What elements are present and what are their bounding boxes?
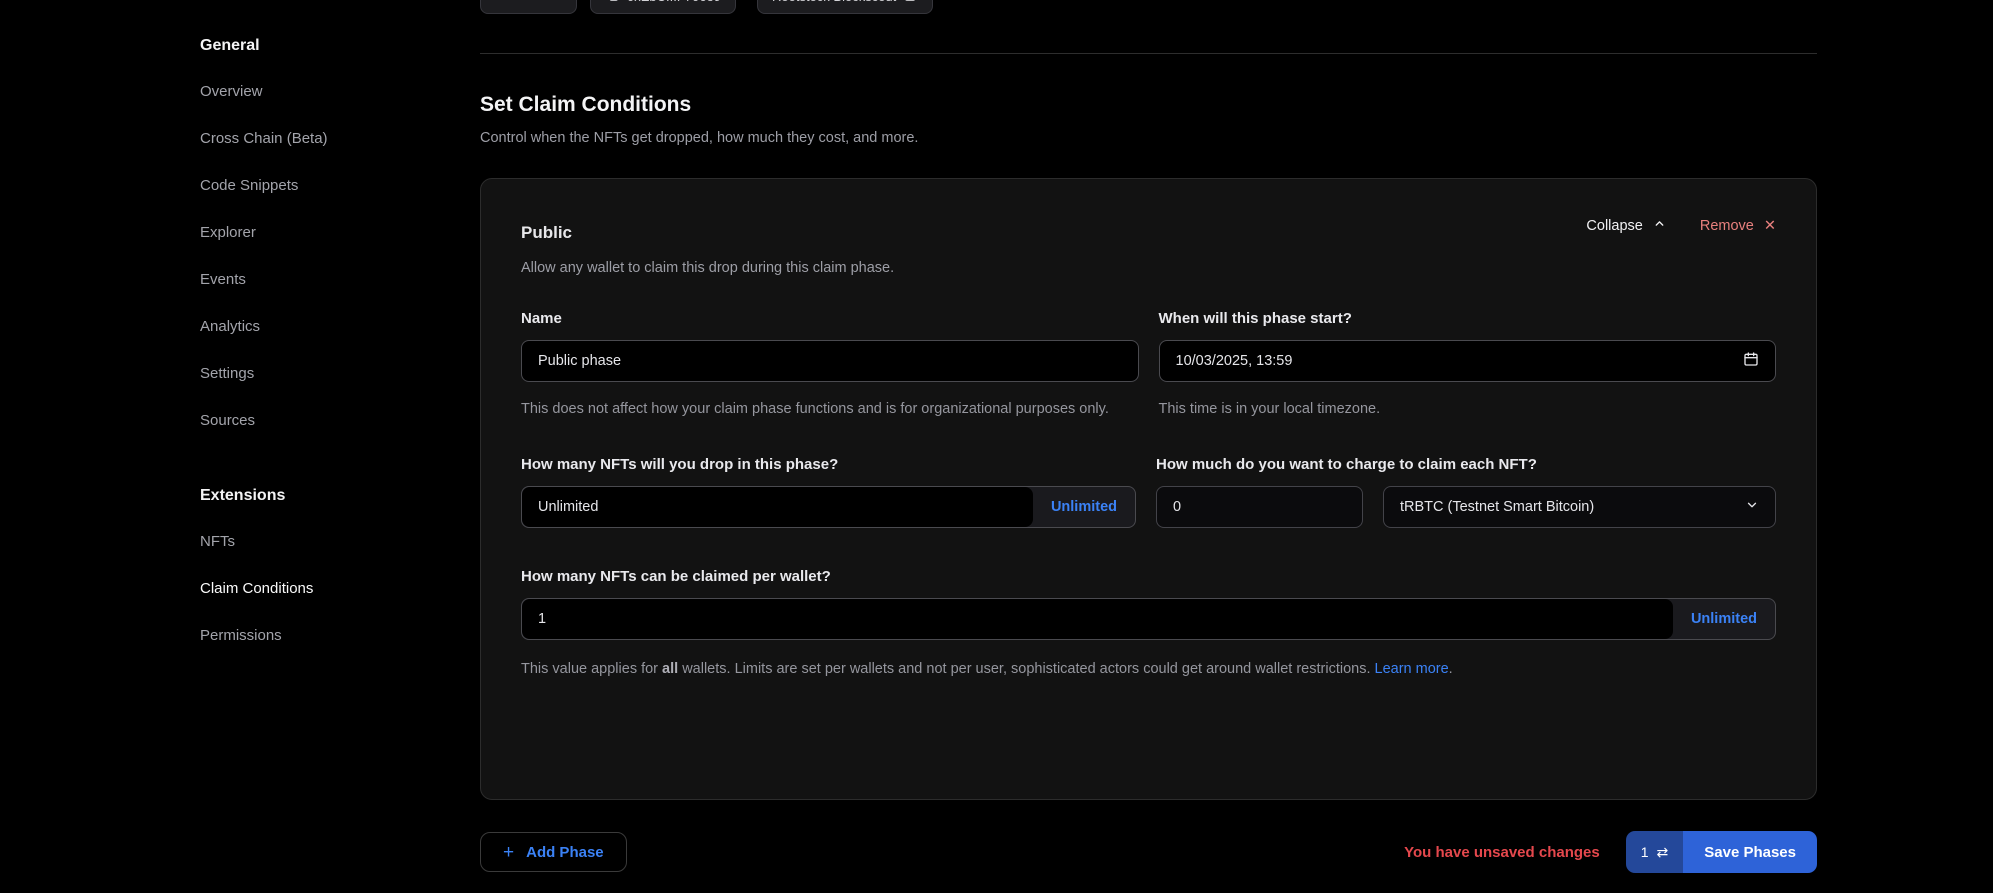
phase-description: Allow any wallet to claim this drop duri… <box>521 260 1776 276</box>
contract-address-badge[interactable]: 0xEbC...F706e9 <box>590 0 736 14</box>
explorer-label: Rootstock Blockscout <box>772 0 896 4</box>
supply-input-group: Unlimited <box>521 486 1136 528</box>
per-wallet-helper: This value applies for all wallets. Limi… <box>521 654 1776 684</box>
per-wallet-unlimited-toggle[interactable]: Unlimited <box>1673 599 1775 639</box>
page-title: Set Claim Conditions <box>480 93 918 117</box>
supply-field-group: How many NFTs will you drop in this phas… <box>521 456 1136 528</box>
external-link-icon <box>904 0 918 5</box>
save-phases-button[interactable]: Save Phases <box>1683 831 1817 873</box>
sidebar-item-settings[interactable]: Settings <box>200 364 420 384</box>
sidebar-item-overview[interactable]: Overview <box>200 82 420 102</box>
phase-title: Public <box>521 223 572 243</box>
start-label: When will this phase start? <box>1159 310 1777 330</box>
start-datetime-input[interactable]: 10/03/2025, 13:59 <box>1159 340 1777 382</box>
per-wallet-helper-bold: all <box>662 661 678 677</box>
learn-more-link[interactable]: Learn more <box>1375 661 1449 677</box>
name-field-group: Name This does not affect how your claim… <box>521 310 1139 424</box>
per-wallet-helper-prefix: This value applies for <box>521 661 662 677</box>
price-controls: tRBTC (Testnet Smart Bitcoin) <box>1156 486 1776 528</box>
phase-header-actions: Collapse Remove ✕ <box>1586 217 1776 234</box>
per-wallet-input-group: Unlimited <box>521 598 1776 640</box>
name-helper: This does not affect how your claim phas… <box>521 395 1139 424</box>
claim-conditions-page: 0xEbC...F706e9 Rootstock Blockscout Gene… <box>0 0 1993 893</box>
plus-icon: + <box>503 843 514 862</box>
per-wallet-helper-end: . <box>1449 661 1453 677</box>
sidebar-heading-general: General <box>200 36 420 56</box>
add-phase-button[interactable]: + Add Phase <box>480 832 627 872</box>
tab-button-clipped[interactable] <box>480 0 577 14</box>
name-label: Name <box>521 310 1139 330</box>
sidebar-item-permissions[interactable]: Permissions <box>200 626 420 646</box>
add-phase-label: Add Phase <box>526 844 604 861</box>
save-button-group: 1 ⇄ Save Phases <box>1626 831 1817 873</box>
sidebar-item-code-snippets[interactable]: Code Snippets <box>200 176 420 196</box>
page-header: Set Claim Conditions Control when the NF… <box>480 93 918 146</box>
supply-label: How many NFTs will you drop in this phas… <box>521 456 1136 476</box>
currency-select[interactable]: tRBTC (Testnet Smart Bitcoin) <box>1383 486 1776 528</box>
footer-right: You have unsaved changes 1 ⇄ Save Phases <box>1404 831 1817 873</box>
chevron-up-icon <box>1653 217 1666 234</box>
sidebar-heading-extensions: Extensions <box>200 486 420 506</box>
explorer-link-badge[interactable]: Rootstock Blockscout <box>757 0 933 14</box>
supply-unlimited-toggle[interactable]: Unlimited <box>1033 487 1135 527</box>
transaction-count-value: 1 <box>1641 844 1649 860</box>
sidebar-item-cross-chain[interactable]: Cross Chain (Beta) <box>200 129 420 149</box>
sidebar-item-sources[interactable]: Sources <box>200 411 420 431</box>
sidebar-item-analytics[interactable]: Analytics <box>200 317 420 337</box>
row-name-start: Name This does not affect how your claim… <box>521 310 1776 424</box>
transaction-count-badge[interactable]: 1 ⇄ <box>1626 831 1684 873</box>
phase-card-header: Public Collapse Remove ✕ <box>521 215 1776 243</box>
contract-sidebar: General Overview Cross Chain (Beta) Code… <box>200 36 420 673</box>
copy-icon <box>605 0 619 5</box>
sidebar-item-events[interactable]: Events <box>200 270 420 290</box>
close-icon: ✕ <box>1764 218 1776 234</box>
price-field-group: How much do you want to charge to claim … <box>1156 456 1776 528</box>
supply-input[interactable] <box>522 487 1033 527</box>
sidebar-item-claim-conditions[interactable]: Claim Conditions <box>200 579 420 599</box>
currency-selected-value: tRBTC (Testnet Smart Bitcoin) <box>1400 499 1594 515</box>
price-label: How much do you want to charge to claim … <box>1156 456 1776 476</box>
sidebar-item-explorer[interactable]: Explorer <box>200 223 420 243</box>
price-amount-input[interactable] <box>1156 486 1363 528</box>
swap-arrows-icon: ⇄ <box>1657 844 1669 861</box>
collapse-button[interactable]: Collapse <box>1586 217 1665 234</box>
start-field-group: When will this phase start? 10/03/2025, … <box>1159 310 1777 424</box>
per-wallet-label: How many NFTs can be claimed per wallet? <box>521 568 1776 588</box>
per-wallet-helper-mid: wallets. Limits are set per wallets and … <box>678 661 1374 677</box>
sidebar-item-nfts[interactable]: NFTs <box>200 532 420 552</box>
remove-label: Remove <box>1700 218 1754 234</box>
collapse-label: Collapse <box>1586 218 1642 234</box>
calendar-icon[interactable] <box>1743 351 1759 371</box>
start-helper: This time is in your local timezone. <box>1159 395 1777 424</box>
phases-footer: + Add Phase You have unsaved changes 1 ⇄… <box>480 830 1817 874</box>
per-wallet-input[interactable] <box>522 599 1673 639</box>
chevron-down-icon <box>1745 498 1759 516</box>
row-supply-price: How many NFTs will you drop in this phas… <box>521 456 1776 528</box>
unsaved-changes-text: You have unsaved changes <box>1404 844 1600 861</box>
header-divider <box>480 53 1817 54</box>
per-wallet-field-group: How many NFTs can be claimed per wallet?… <box>521 568 1776 684</box>
claim-phase-card: Public Collapse Remove ✕ Allow any walle… <box>480 178 1817 800</box>
sidebar-section-gap <box>200 458 420 486</box>
name-input[interactable] <box>521 340 1139 382</box>
page-subtitle: Control when the NFTs get dropped, how m… <box>480 130 918 146</box>
contract-address-label: 0xEbC...F706e9 <box>627 0 721 4</box>
start-datetime-value: 10/03/2025, 13:59 <box>1176 353 1293 369</box>
remove-button[interactable]: Remove ✕ <box>1700 218 1776 234</box>
